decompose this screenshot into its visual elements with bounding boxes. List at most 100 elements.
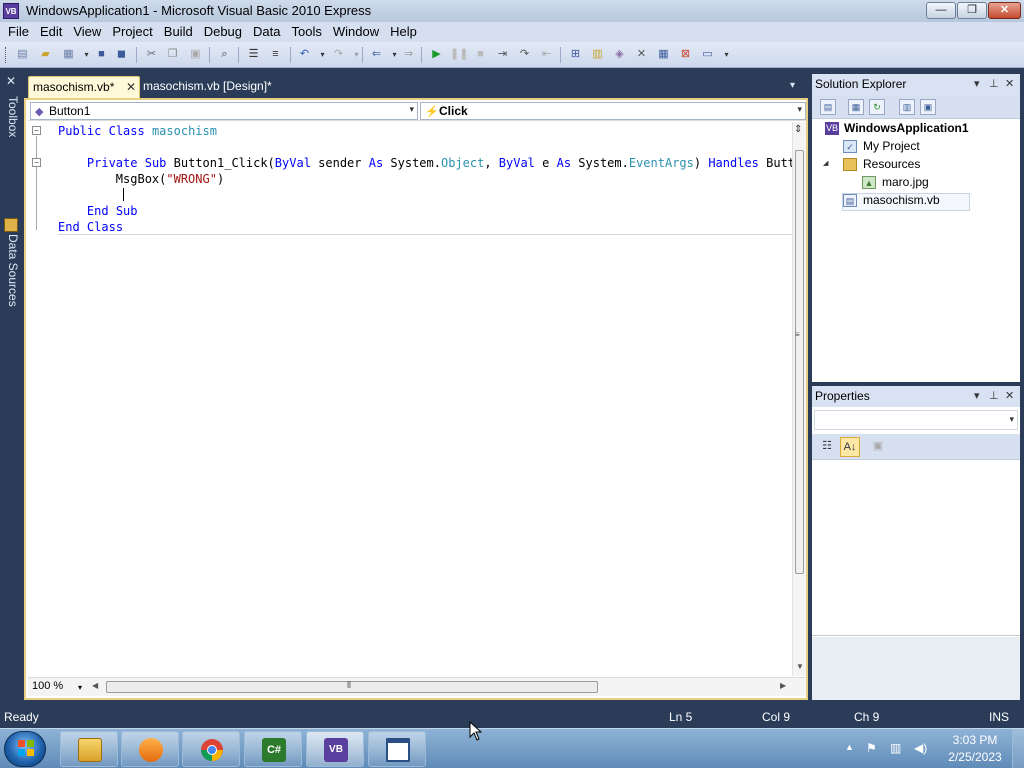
show-desktop-button[interactable]	[1012, 729, 1024, 768]
toolbox-icon[interactable]: ✕	[633, 46, 650, 63]
panel-close-icon[interactable]: ✕	[1005, 77, 1014, 90]
menu-edit[interactable]: Edit	[32, 22, 62, 39]
menu-help[interactable]: Help	[382, 22, 417, 39]
tree-item-masochism-vb[interactable]: ▤ masochism.vb	[812, 192, 1020, 210]
active-files-dropdown-icon[interactable]: ▾	[790, 80, 795, 91]
categorized-icon[interactable]: ☷	[817, 437, 837, 457]
pause-icon[interactable]: ❚❚	[450, 46, 468, 63]
scroll-left-icon[interactable]: ◀	[92, 681, 98, 690]
menu-window[interactable]: Window	[325, 22, 379, 39]
collapse-sub-toggle[interactable]: −	[32, 158, 41, 167]
splitter-icon[interactable]: ⇕	[794, 124, 802, 135]
method-name-dropdown[interactable]: ⚡Click ▾	[420, 102, 806, 120]
output-window-icon[interactable]: ▭	[699, 46, 716, 63]
horizontal-scroll-thumb[interactable]: ⦀	[106, 680, 598, 693]
menu-project[interactable]: Project	[104, 22, 152, 39]
tree-item-my-project[interactable]: ✓ My Project	[812, 138, 1020, 156]
pin-icon[interactable]: ⊥	[989, 77, 999, 90]
tab-close-icon[interactable]: ✕	[126, 80, 136, 94]
property-grid[interactable]	[812, 461, 1020, 636]
paste-icon[interactable]: ▣	[187, 46, 204, 63]
tree-item-resources[interactable]: ◢ Resources	[812, 156, 1020, 174]
error-list-icon[interactable]: ▦	[655, 46, 672, 63]
close-button[interactable]: ✕	[988, 2, 1021, 19]
minimize-button[interactable]: —	[926, 2, 956, 19]
menu-build[interactable]: Build	[156, 22, 193, 39]
show-hidden-icons-icon[interactable]: ▲	[845, 742, 854, 752]
class-name-dropdown[interactable]: ◆ Button1 ▾	[30, 102, 418, 120]
action-center-icon[interactable]: ⚑	[866, 741, 877, 755]
redo-icon[interactable]: ↷	[330, 46, 347, 63]
data-sources-icon[interactable]	[4, 218, 18, 232]
menu-debug[interactable]: Debug	[196, 22, 242, 39]
view-code-icon[interactable]: ▥	[899, 99, 915, 115]
comment-icon[interactable]: ☰	[245, 46, 262, 63]
view-designer-icon[interactable]: ▣	[920, 99, 936, 115]
copy-icon[interactable]: ❐	[164, 46, 181, 63]
menu-file[interactable]: File	[0, 22, 29, 39]
tab-masochism-vb[interactable]: masochism.vb* ✕	[28, 76, 140, 98]
start-button[interactable]	[4, 731, 46, 767]
open-file-icon[interactable]: ▰	[37, 46, 54, 63]
network-icon[interactable]: ▥	[890, 741, 901, 755]
properties-icon[interactable]: ▥	[589, 46, 606, 63]
step-out-icon[interactable]: ⇤	[538, 46, 555, 63]
step-into-icon[interactable]: ⇥	[494, 46, 511, 63]
save-icon[interactable]: ■	[93, 46, 110, 63]
find-icon[interactable]: ⌕	[216, 46, 233, 63]
taskbar-vb-express[interactable]: VB	[306, 731, 364, 767]
scroll-right-icon[interactable]: ▶	[780, 681, 786, 690]
data-sources-tab[interactable]: Data Sources	[2, 234, 20, 324]
taskbar-media-player[interactable]	[121, 731, 179, 767]
properties-header[interactable]: Properties ▾ ⊥ ✕	[812, 386, 1020, 407]
panel-dropdown-icon[interactable]: ▾	[974, 77, 980, 90]
solution-explorer-icon[interactable]: ⊞	[567, 46, 584, 63]
maximize-button[interactable]: ❐	[957, 2, 987, 19]
toolbar-grip[interactable]	[5, 47, 8, 63]
toolbox-tab-icon[interactable]: ✕	[3, 74, 19, 90]
menu-tools[interactable]: Tools	[283, 22, 321, 39]
vertical-scrollbar[interactable]: ⇕ ≡ ▼	[792, 122, 806, 676]
new-project-icon[interactable]: ▤	[14, 46, 31, 63]
taskbar-blank-window[interactable]	[368, 731, 426, 767]
panel-close-icon[interactable]: ✕	[1005, 389, 1014, 402]
toolbar-overflow-icon[interactable]: ▾	[718, 46, 735, 63]
menu-view[interactable]: View	[65, 22, 101, 39]
add-item-icon[interactable]: ▦	[60, 46, 77, 63]
show-all-files-icon[interactable]: ▦	[848, 99, 864, 115]
start-debug-icon[interactable]: ▶	[428, 46, 445, 63]
uncomment-icon[interactable]: ≡	[267, 46, 284, 63]
vb-app-icon[interactable]: VB	[3, 3, 19, 19]
alphabetical-icon[interactable]: A↓	[840, 437, 860, 457]
navigate-forward-icon[interactable]: ⇒	[400, 46, 417, 63]
undo-icon[interactable]: ↶	[296, 46, 313, 63]
zoom-dropdown[interactable]: 100 % ▾	[30, 680, 88, 695]
taskbar-chrome[interactable]	[182, 731, 240, 767]
tab-masochism-design[interactable]: masochism.vb [Design]*	[140, 78, 272, 93]
taskbar-windows-explorer[interactable]	[60, 731, 118, 767]
object-selector-dropdown[interactable]: ▾	[814, 410, 1018, 430]
object-browser-icon[interactable]: ◈	[611, 46, 628, 63]
refresh-icon[interactable]: ↻	[869, 99, 885, 115]
tree-item-project[interactable]: VB WindowsApplication1	[812, 120, 1020, 138]
solution-explorer-header[interactable]: Solution Explorer ▾ ⊥ ✕	[812, 74, 1020, 95]
undo-dropdown-icon[interactable]: ▾	[314, 46, 331, 63]
volume-icon[interactable]: ◀)	[914, 741, 927, 755]
save-all-icon[interactable]: ◼	[113, 46, 130, 63]
title-bar[interactable]: VB WindowsApplication1 - Microsoft Visua…	[0, 0, 1024, 22]
collapse-class-toggle[interactable]: −	[32, 126, 41, 135]
taskbar-csharp-express[interactable]: C#	[244, 731, 302, 767]
pin-icon[interactable]: ⊥	[989, 389, 999, 402]
menu-data[interactable]: Data	[245, 22, 280, 39]
step-over-icon[interactable]: ↷	[516, 46, 533, 63]
panel-dropdown-icon[interactable]: ▾	[974, 389, 980, 402]
tree-item-maro-jpg[interactable]: ▲ maro.jpg	[812, 174, 1020, 192]
navigate-icon[interactable]: ⇐	[368, 46, 385, 63]
scroll-down-icon[interactable]: ▼	[796, 662, 804, 671]
vertical-scroll-thumb[interactable]	[795, 150, 804, 574]
toolbox-tab[interactable]: Toolbox	[2, 96, 20, 166]
code-text-area[interactable]: − − Public Class masochism Private Sub B…	[28, 122, 792, 676]
immediate-window-icon[interactable]: ⊠	[677, 46, 694, 63]
cut-icon[interactable]: ✂	[143, 46, 160, 63]
property-pages-icon[interactable]: ▣	[868, 437, 888, 457]
